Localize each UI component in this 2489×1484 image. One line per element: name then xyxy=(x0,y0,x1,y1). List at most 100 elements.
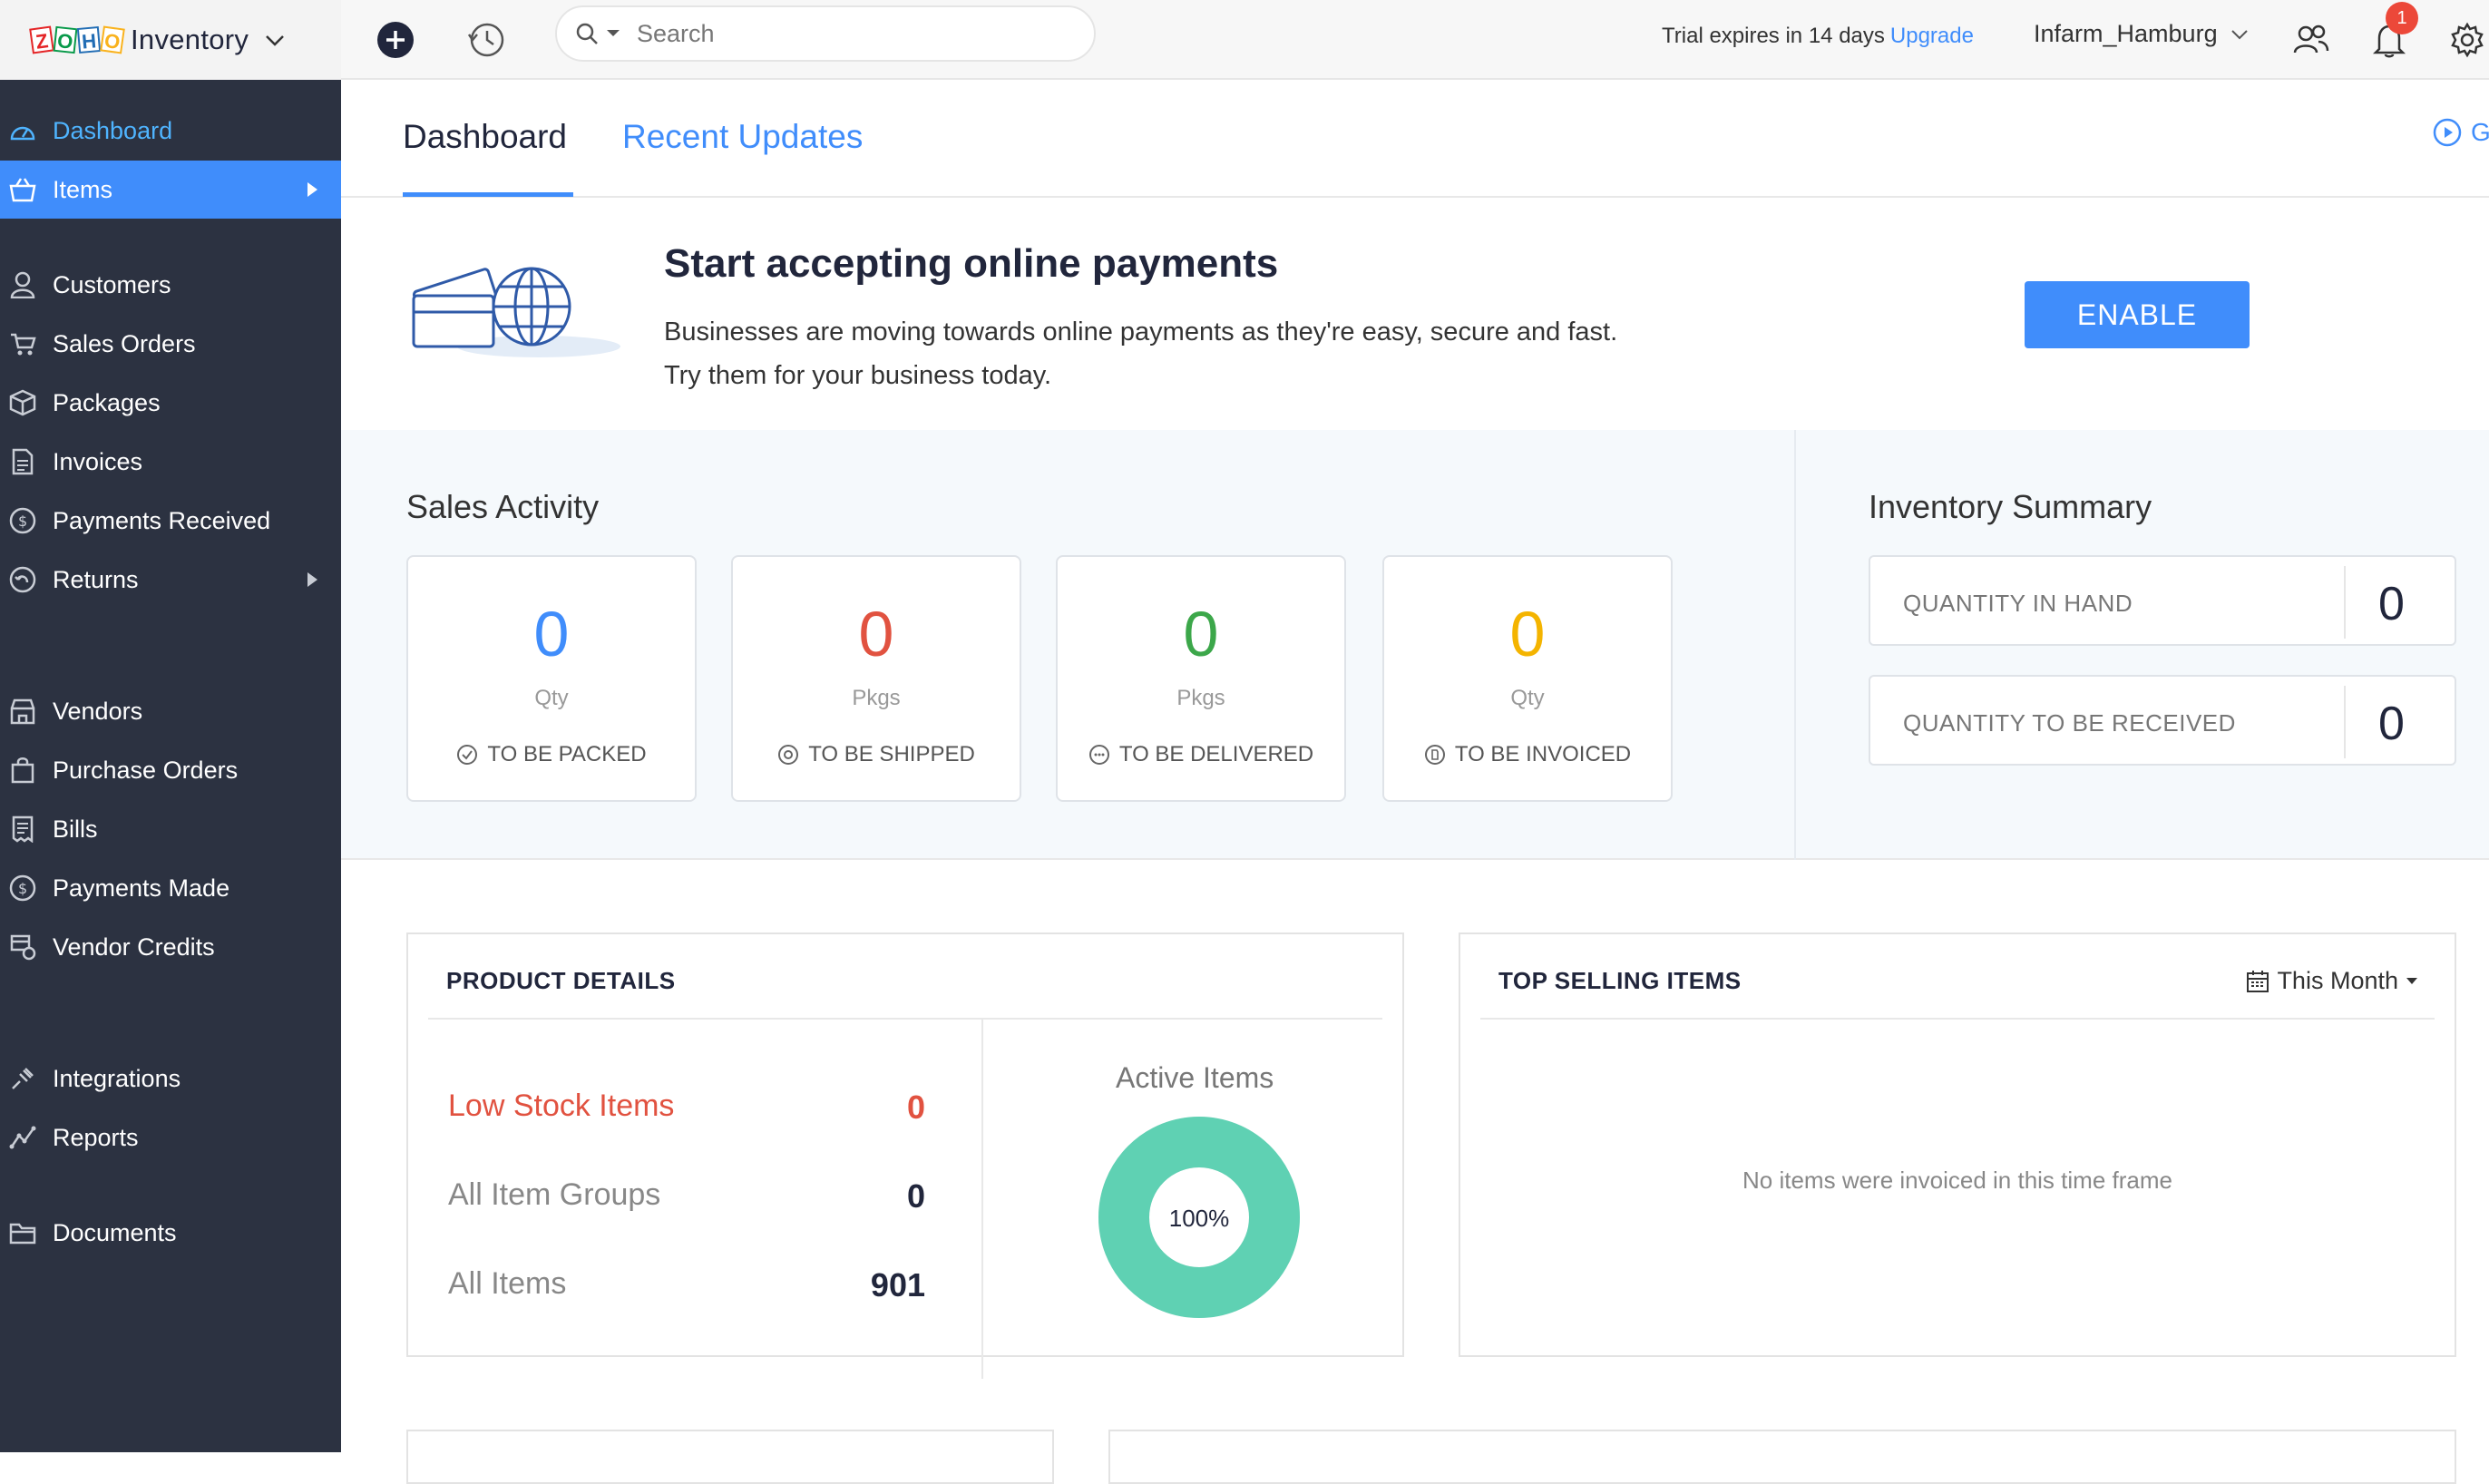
section-divider xyxy=(1794,430,1796,860)
play-circle-icon xyxy=(2433,118,2462,147)
notification-badge: 1 xyxy=(2386,2,2418,34)
tab-dashboard[interactable]: Dashboard xyxy=(403,118,567,156)
banner-description: Businesses are moving towards online pay… xyxy=(664,310,1752,397)
shipped-circle-icon xyxy=(778,745,799,765)
sales-card-to-be-shipped[interactable]: 0 Pkgs TO BE SHIPPED xyxy=(731,555,1021,802)
card-unit: Pkgs xyxy=(1176,686,1225,710)
sales-card-to-be-delivered[interactable]: 0 Pkgs TO BE DELIVERED xyxy=(1056,555,1346,802)
enable-button[interactable]: ENABLE xyxy=(2025,281,2250,348)
card-value: 0 xyxy=(533,599,570,669)
gear-icon[interactable] xyxy=(2442,15,2489,65)
sidebar-item-payments-received[interactable]: $ Payments Received xyxy=(0,492,341,550)
basket-icon xyxy=(7,174,38,205)
bottom-right-panel xyxy=(1108,1430,2456,1484)
trial-notice: Trial expires in 14 days Upgrade xyxy=(1662,24,1974,49)
sales-activity-title: Sales Activity xyxy=(406,488,600,525)
folder-icon xyxy=(7,1217,38,1248)
divider xyxy=(1480,1018,2435,1020)
card-unit: Pkgs xyxy=(852,686,901,710)
bill-icon xyxy=(7,814,38,845)
package-icon xyxy=(7,387,38,418)
search-input[interactable]: Search xyxy=(555,5,1096,62)
summary-value: 0 xyxy=(2378,698,2405,750)
active-items-percent: 100% xyxy=(1169,1205,1230,1232)
sidebar-item-items[interactable]: Items xyxy=(0,161,341,219)
vendor-icon xyxy=(7,696,38,727)
bottom-left-panel xyxy=(406,1430,1054,1484)
product-details-panel: PRODUCT DETAILS Low Stock Items 0 All It… xyxy=(406,932,1404,1379)
sidebar-item-sales-orders[interactable]: Sales Orders xyxy=(0,315,341,373)
invoice-icon xyxy=(7,446,38,477)
card-value: 0 xyxy=(1183,599,1219,669)
sidebar-item-label: Vendors xyxy=(53,697,143,725)
divider xyxy=(2344,686,2346,758)
sidebar-item-packages[interactable]: Packages xyxy=(0,374,341,432)
sidebar-item-label: Payments Made xyxy=(53,874,230,902)
svg-text:$: $ xyxy=(18,513,27,530)
sidebar-item-vendors[interactable]: Vendors xyxy=(0,682,341,740)
sidebar-item-label: Items xyxy=(53,175,113,203)
sidebar-item-payments-made[interactable]: $ Payments Made xyxy=(0,859,341,917)
active-tab-indicator xyxy=(403,192,573,197)
sales-card-to-be-invoiced[interactable]: 0 Qty TO BE INVOICED xyxy=(1382,555,1673,802)
check-circle-icon xyxy=(457,745,478,765)
quantity-in-hand-row: QUANTITY IN HAND 0 xyxy=(1869,555,2456,646)
expand-arrow-icon xyxy=(307,182,317,197)
banner-line-1: Businesses are moving towards online pay… xyxy=(664,317,1618,347)
card-label: TO BE INVOICED xyxy=(1454,742,1632,766)
history-icon[interactable] xyxy=(461,15,512,65)
card-label: TO BE SHIPPED xyxy=(808,742,975,766)
tab-recent-updates[interactable]: Recent Updates xyxy=(622,118,863,156)
summary-label: QUANTITY TO BE RECEIVED xyxy=(1903,709,2236,737)
card-label: TO BE DELIVERED xyxy=(1118,742,1314,766)
sidebar-item-integrations[interactable]: Integrations xyxy=(0,1050,341,1108)
get-started-link[interactable]: G xyxy=(2433,118,2489,147)
sidebar-item-returns[interactable]: Returns xyxy=(0,551,341,609)
sidebar-item-label: Dashboard xyxy=(53,116,173,144)
low-stock-items-row[interactable]: Low Stock Items 0 xyxy=(448,1089,925,1126)
empty-state-message: No items were invoiced in this time fram… xyxy=(1742,1167,2172,1194)
dashboard-icon xyxy=(7,115,38,146)
all-items-row[interactable]: All Items 901 xyxy=(448,1266,925,1303)
payment-received-icon: $ xyxy=(7,505,38,536)
search-filter-caret-icon[interactable] xyxy=(606,29,620,38)
banner-line-2: Try them for your business today. xyxy=(664,361,1052,390)
organization-switcher[interactable]: Infarm_Hamburg xyxy=(2034,20,2249,48)
users-icon[interactable] xyxy=(2286,15,2337,65)
row-label: All Item Groups xyxy=(448,1177,661,1212)
expand-arrow-icon xyxy=(307,572,317,587)
quick-create-icon[interactable] xyxy=(370,15,421,65)
period-dropdown[interactable]: This Month xyxy=(2246,967,2418,995)
sidebar-item-bills[interactable]: Bills xyxy=(0,800,341,858)
card-label-row: TO BE INVOICED xyxy=(1384,742,1671,767)
sidebar-item-customers[interactable]: Customers xyxy=(0,256,341,314)
shopping-bag-icon xyxy=(7,755,38,786)
sidebar-item-dashboard[interactable]: Dashboard xyxy=(0,102,341,160)
search-placeholder: Search xyxy=(637,19,715,47)
card-unit: Qty xyxy=(1510,686,1545,710)
activity-section: Sales Activity 0 Qty TO BE PACKED 0 Pkgs… xyxy=(341,430,2489,860)
quantity-to-be-received-row: QUANTITY TO BE RECEIVED 0 xyxy=(1869,675,2456,766)
sidebar-item-label: Purchase Orders xyxy=(53,756,239,784)
user-icon xyxy=(7,269,38,300)
product-details-title: PRODUCT DETAILS xyxy=(446,967,676,994)
sidebar-item-label: Documents xyxy=(53,1218,177,1246)
sales-card-to-be-packed[interactable]: 0 Qty TO BE PACKED xyxy=(406,555,697,802)
zoho-logo: ZOHO xyxy=(29,25,125,54)
org-name: Infarm_Hamburg xyxy=(2034,20,2218,47)
row-label: Low Stock Items xyxy=(448,1089,675,1123)
upgrade-link[interactable]: Upgrade xyxy=(1890,24,1974,48)
sidebar-item-purchase-orders[interactable]: Purchase Orders xyxy=(0,741,341,799)
delivery-circle-icon xyxy=(1088,745,1109,765)
sidebar-item-label: Bills xyxy=(53,815,98,843)
sidebar-item-vendor-credits[interactable]: Vendor Credits xyxy=(0,918,341,976)
app-switcher[interactable]: ZOHO Inventory xyxy=(0,0,341,80)
sidebar-item-label: Customers xyxy=(53,270,171,298)
top-selling-title: TOP SELLING ITEMS xyxy=(1498,967,1742,994)
sidebar-item-documents[interactable]: Documents xyxy=(0,1204,341,1262)
all-item-groups-row[interactable]: All Item Groups 0 xyxy=(448,1177,925,1215)
card-label: TO BE PACKED xyxy=(487,742,647,766)
sidebar-item-label: Vendor Credits xyxy=(53,932,215,961)
sidebar-item-invoices[interactable]: Invoices xyxy=(0,433,341,491)
sidebar-item-reports[interactable]: Reports xyxy=(0,1108,341,1167)
